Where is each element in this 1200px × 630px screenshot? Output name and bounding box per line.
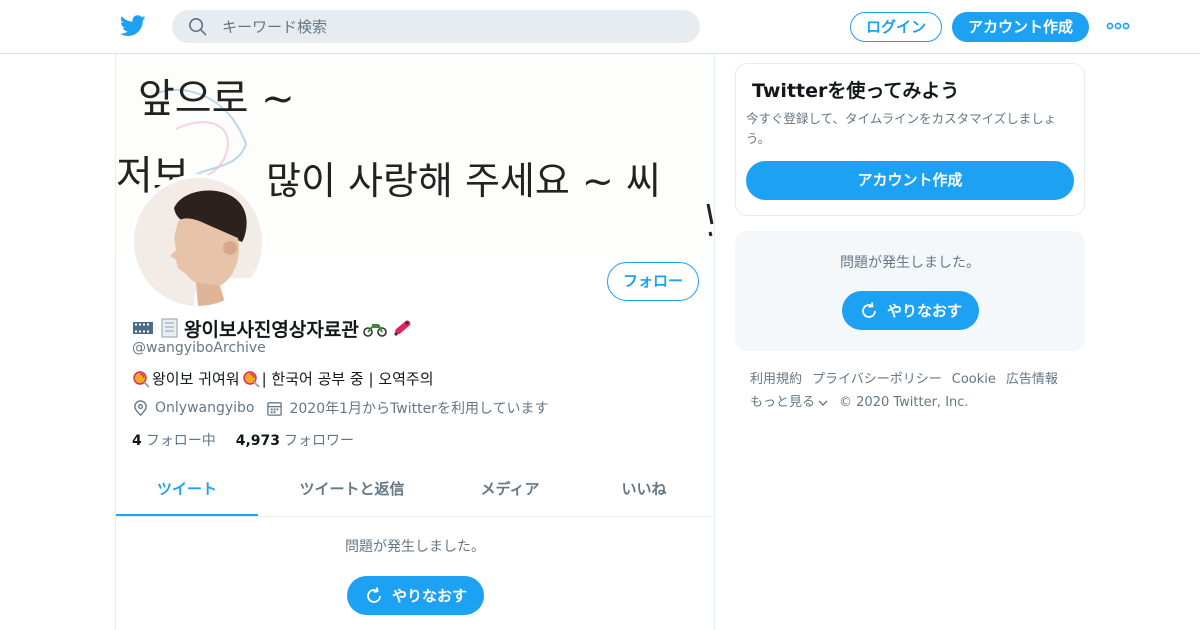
signup-card-title: Twitterを使ってみよう (752, 80, 960, 102)
footer: 利用規約 プライバシーポリシー Cookie 広告情報 もっと見る © 2020… (750, 368, 1090, 414)
refresh-icon (862, 301, 876, 318)
profile-handle: @wangyiboArchive (132, 340, 266, 356)
footer-more-link[interactable]: もっと見る (750, 391, 829, 414)
profile-name: 왕이보사진영상자료관 (184, 318, 359, 341)
follow-counts: 4 フォロー中 4,973 フォロワー (132, 430, 354, 450)
following-label: フォロー中 (145, 433, 216, 449)
search-input[interactable] (222, 10, 682, 43)
location-pin-icon (134, 399, 147, 416)
timeline-error-message: 問題が発生しました。 (345, 539, 485, 555)
banner-line-3: 많이 사랑해 주세요 ~ 씨 (266, 159, 661, 203)
tab-media[interactable]: メディア (446, 464, 574, 516)
following-link[interactable]: 4 フォロー中 (132, 430, 216, 450)
footer-more-label: もっと見る (750, 395, 816, 410)
sidebar-signup-button[interactable]: アカウント作成 (746, 161, 1074, 200)
banner-line-1: 앞으로 ~ (138, 76, 295, 122)
footer-link-privacy[interactable]: プライバシーポリシー (812, 368, 942, 391)
follow-button[interactable]: フォロー (607, 262, 699, 301)
profile-tabs: ツイート ツイートと返信 メディア いいね (116, 464, 714, 517)
login-button[interactable]: ログイン (850, 12, 942, 42)
top-nav: ログイン アカウント作成 (0, 0, 1200, 54)
avatar[interactable] (130, 174, 266, 310)
chevron-down-icon (818, 400, 828, 406)
skateboard-icon (394, 320, 411, 336)
tab-likes[interactable]: いいね (574, 464, 714, 516)
sidebar-retry-label: やりなおす (886, 302, 962, 320)
tab-tweets-and-replies[interactable]: ツイートと返信 (258, 464, 446, 516)
following-count: 4 (132, 433, 142, 449)
sidebar-retry-button[interactable]: やりなおす (842, 291, 979, 330)
bio-text-2: | 한국어 공부 중 | 오역주의 (261, 370, 434, 388)
timeline-retry-label: やりなおす (391, 587, 467, 605)
followers-link[interactable]: 4,973 フォロワー (236, 430, 354, 450)
lollipop-icon (242, 370, 260, 388)
footer-link-terms[interactable]: 利用規約 (750, 368, 802, 391)
sidebar-error-card: 問題が発生しました。 やりなおす (735, 231, 1085, 351)
profile-bio: 왕이보 귀여워 | 한국어 공부 중 | 오역주의 (132, 368, 434, 389)
profile-name-row: 왕이보사진영상자료관 (132, 316, 413, 341)
profile-meta: Onlywangyibo 2020年1月からTwitterを利用しています (132, 398, 549, 418)
footer-copyright: © 2020 Twitter, Inc. (839, 395, 969, 410)
refresh-icon (367, 586, 381, 603)
footer-link-cookie[interactable]: Cookie (952, 368, 996, 391)
more-options-icon[interactable] (1106, 18, 1130, 34)
timeline-retry-button[interactable]: やりなおす (347, 576, 484, 615)
sidebar-error-message: 問題が発生しました。 (840, 255, 980, 271)
bio-text-1: 왕이보 귀여워 (152, 370, 240, 388)
profile-location: Onlywangyibo (155, 400, 255, 416)
signup-card-text: 今すぐ登録して、タイムラインをカスタマイズしましょう。 (746, 111, 1057, 146)
followers-count: 4,973 (235, 433, 281, 449)
motorcycle-icon (363, 324, 387, 337)
footer-link-ads[interactable]: 広告情報 (1006, 368, 1058, 391)
avatar-photo (134, 178, 262, 306)
signup-card: Twitterを使ってみよう 今すぐ登録して、タイムラインをカスタマイズしましょ… (735, 63, 1085, 216)
signup-button[interactable]: アカウント作成 (952, 12, 1089, 42)
film-strip-icon (133, 322, 153, 334)
lollipop-icon (133, 370, 150, 388)
followers-label: フォロワー (284, 433, 355, 449)
search-bar[interactable] (172, 10, 700, 43)
document-icon (161, 318, 178, 338)
calendar-icon (267, 401, 283, 416)
twitter-bird-icon[interactable] (120, 14, 146, 38)
tab-tweets[interactable]: ツイート (116, 464, 258, 516)
search-icon (189, 18, 207, 36)
profile-column: 앞으로 ~ 저보 많이 사랑해 주세요 ~ 씨 フォロー 왕이보사진영상자료관 … (115, 54, 715, 630)
profile-joined-date: 2020年1月からTwitterを利用しています (289, 401, 549, 417)
